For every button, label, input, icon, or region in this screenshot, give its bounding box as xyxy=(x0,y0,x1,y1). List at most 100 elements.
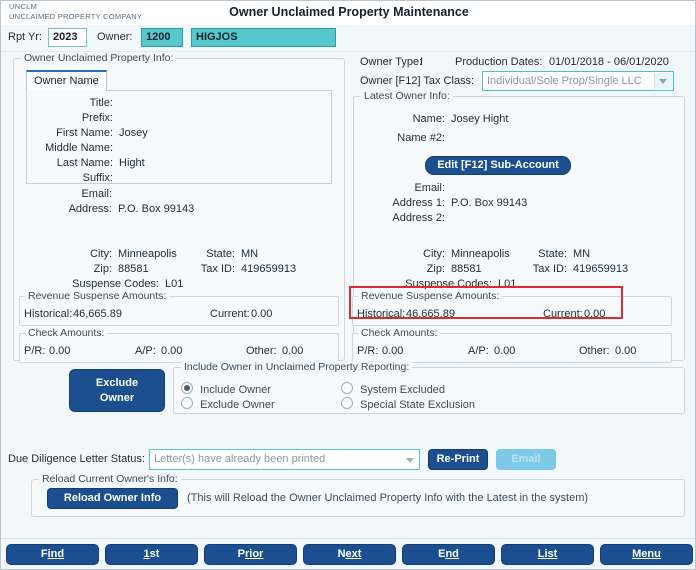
list-button-key: List xyxy=(537,548,558,560)
find-button-pre: F xyxy=(40,548,48,560)
right-panel-content: Name: Josey Hight Name #2: Email: Addres… xyxy=(352,96,685,363)
right-check-amounts-title: Check Amounts: xyxy=(358,327,441,339)
prior-button[interactable]: Prior xyxy=(204,544,297,565)
right-ap-value: 0.00 xyxy=(494,345,516,357)
email-button: Email xyxy=(496,449,556,470)
menu-button[interactable]: Menu xyxy=(600,544,693,565)
radio-dot-special-state-exclusion[interactable] xyxy=(341,397,353,409)
left-historical-value: 46,665.89 xyxy=(73,308,122,320)
reload-owner-info-title: Reload Current Owner's Info: xyxy=(39,473,181,485)
suffix-label: Suffix: xyxy=(82,172,113,184)
right-historical-value: 46,665.89 xyxy=(406,308,455,320)
first-name-label: First Name: xyxy=(56,127,113,139)
include-owner-reporting-title: Include Owner in Unclaimed Property Repo… xyxy=(181,361,413,373)
left-historical-label: Historical: xyxy=(24,308,73,320)
right-suspense-codes-label: Suspense Codes: xyxy=(405,278,492,290)
right-address1-label: Address 1: xyxy=(392,197,445,209)
title-label: Title: xyxy=(89,97,113,109)
right-other-value: 0.00 xyxy=(615,345,637,357)
title-bar: UNCLM UNCLAIMED PROPERTY COMPANY Owner U… xyxy=(1,1,695,26)
radio-dot-system-excluded[interactable] xyxy=(341,382,353,394)
first-button[interactable]: 1st xyxy=(105,544,198,565)
right-revenue-suspense-title: Revenue Suspense Amounts: xyxy=(358,290,503,302)
left-city-value: Minneapolis xyxy=(118,248,177,260)
end-button-key: nd xyxy=(445,548,459,560)
left-address-value: P.O. Box 99143 xyxy=(118,203,195,215)
exclude-owner-button-line1: Exclude xyxy=(95,377,139,389)
page-title: Owner Unclaimed Property Maintenance xyxy=(229,5,469,19)
right-historical-label: Historical: xyxy=(357,308,406,320)
right-pr-value: 0.00 xyxy=(382,345,404,357)
right-address1-value: P.O. Box 99143 xyxy=(451,197,528,209)
production-dates-value: 01/01/2018 - 06/01/2020 xyxy=(549,56,669,68)
tab-owner-name[interactable]: Owner Name xyxy=(26,70,107,91)
right-ap-label: A/P: xyxy=(468,345,489,357)
right-email-label: Email: xyxy=(414,182,445,194)
owner-type-label: Owner Type: xyxy=(360,56,423,68)
find-button-key: ind xyxy=(47,548,65,560)
right-taxid-label: Tax ID: xyxy=(532,263,567,275)
right-pr-label: P/R: xyxy=(357,345,379,357)
menu-button-key: Menu xyxy=(632,548,661,560)
middle-name-label: Middle Name: xyxy=(45,142,113,154)
prior-button-key: rior xyxy=(245,548,264,560)
left-current-value: 0.00 xyxy=(251,308,273,320)
owner-id-input[interactable]: HIGJOS xyxy=(191,28,336,47)
prior-button-pre: P xyxy=(237,548,245,560)
report-year-label: Rpt Yr: xyxy=(8,31,43,43)
radio-dot-exclude-owner[interactable] xyxy=(181,397,193,409)
reprint-button[interactable]: Re-Print xyxy=(428,449,488,470)
radio-exclude-owner[interactable]: Exclude Owner xyxy=(181,397,275,411)
tax-class-label: Owner [F12] Tax Class: xyxy=(360,75,475,87)
left-other-label: Other: xyxy=(246,345,277,357)
left-zip-value: 88581 xyxy=(118,263,149,275)
end-button[interactable]: End xyxy=(402,544,495,565)
right-zip-value: 88581 xyxy=(451,263,482,275)
right-zip-label: Zip: xyxy=(426,263,445,275)
left-check-amounts-title: Check Amounts: xyxy=(25,327,108,339)
chevron-down-icon[interactable] xyxy=(406,457,414,463)
left-taxid-value: 419659913 xyxy=(241,263,297,275)
radio-special-state-exclusion[interactable]: Special State Exclusion xyxy=(341,397,475,411)
list-button[interactable]: List xyxy=(501,544,594,565)
owner-lookup-bar: Rpt Yr: 2023 Owner: 1200 HIGJOS xyxy=(1,25,695,52)
owner-label: Owner: xyxy=(97,31,133,43)
next-button-key: ext xyxy=(345,548,362,560)
owner-name-tabpanel: Title: Prefix: First Name: Josey Middle … xyxy=(26,90,332,184)
owner-number-input[interactable]: 1200 xyxy=(141,28,183,47)
radio-include-owner[interactable]: Include Owner xyxy=(181,382,271,396)
tax-class-select[interactable]: Individual/Sole Prop/Single LLC xyxy=(482,71,674,91)
radio-system-excluded[interactable]: System Excluded xyxy=(341,382,445,396)
exclude-owner-button[interactable]: Exclude Owner xyxy=(69,369,165,412)
reload-owner-info-button[interactable]: Reload Owner Info xyxy=(47,488,178,509)
radio-dot-include-owner[interactable] xyxy=(181,382,193,394)
left-suspense-codes-label: Suspense Codes: xyxy=(72,278,159,290)
radio-label-include-owner: Include Owner xyxy=(200,384,271,396)
bottom-nav-bar: Find 1st Prior Next End List Menu xyxy=(1,538,695,569)
first-button-post: st xyxy=(149,548,160,560)
right-state-value: MN xyxy=(573,248,591,260)
edit-sub-account-button[interactable]: Edit [F12] Sub-Account xyxy=(425,156,571,175)
right-city-value: Minneapolis xyxy=(451,248,510,260)
tax-class-selected-value: Individual/Sole Prop/Single LLC xyxy=(487,75,642,87)
left-revenue-suspense-title: Revenue Suspense Amounts: xyxy=(25,290,170,302)
right-name-label: Name: xyxy=(412,113,445,125)
prefix-label: Prefix: xyxy=(81,112,113,124)
radio-label-exclude-owner: Exclude Owner xyxy=(200,399,275,411)
left-current-label: Current: xyxy=(210,308,250,320)
report-year-input[interactable]: 2023 xyxy=(48,28,87,47)
left-city-label: City: xyxy=(90,248,112,260)
left-taxid-label: Tax ID: xyxy=(200,263,235,275)
right-address2-label: Address 2: xyxy=(392,212,445,224)
next-button[interactable]: Next xyxy=(303,544,396,565)
left-state-value: MN xyxy=(241,248,259,260)
first-name-value: Josey xyxy=(119,127,148,139)
right-city-label: City: xyxy=(423,248,445,260)
radio-label-system-excluded: System Excluded xyxy=(360,384,446,396)
right-state-label: State: xyxy=(538,248,567,260)
due-diligence-status-value: Letter(s) have already been printed xyxy=(154,453,326,465)
radio-label-special-state-exclusion: Special State Exclusion xyxy=(360,399,476,411)
due-diligence-status-select[interactable]: Letter(s) have already been printed xyxy=(149,449,420,470)
find-button[interactable]: Find xyxy=(6,544,99,565)
chevron-down-icon[interactable] xyxy=(654,73,672,89)
